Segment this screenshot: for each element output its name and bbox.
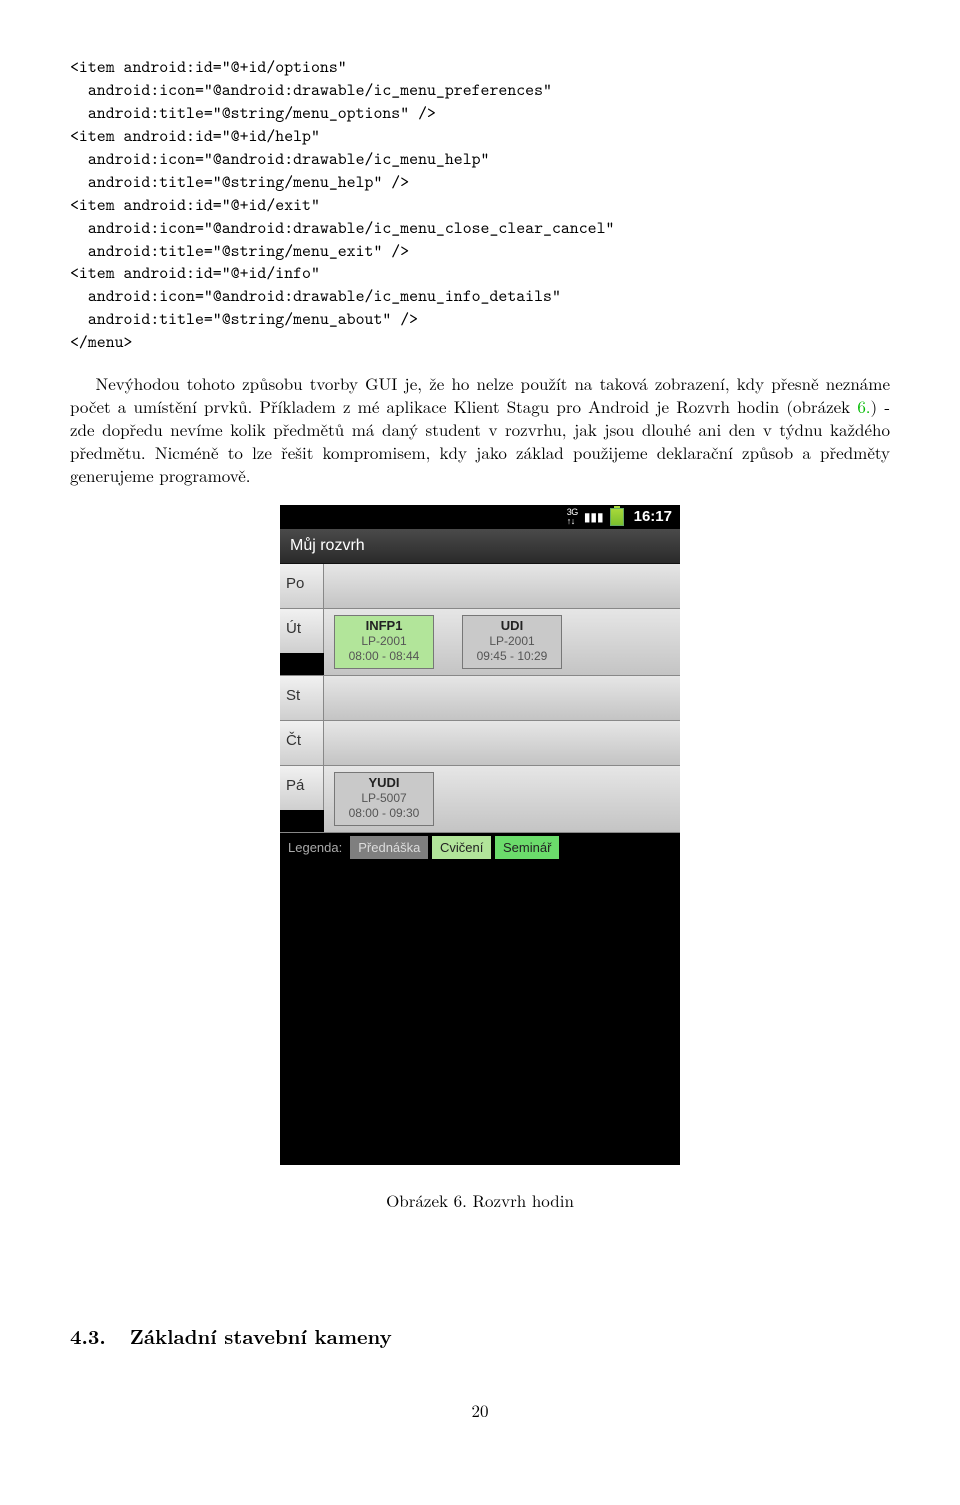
day-label: Čt (280, 721, 324, 765)
app-title: Můj rozvrh (280, 529, 680, 564)
day-row-pa: Pá YUDILP-500708:00 - 09:30 (280, 766, 680, 833)
legend-label: Legenda: (288, 839, 342, 857)
network-3g-icon: 3G↑↓ (567, 508, 578, 526)
schedule-card[interactable]: YUDILP-500708:00 - 09:30 (334, 772, 434, 826)
legend-item: Cvičení (432, 836, 491, 859)
day-slots: INFP1LP-200108:00 - 08:44UDILP-200109:45… (324, 609, 680, 675)
figure-ref: 6. (857, 394, 870, 418)
day-label: Po (280, 564, 324, 608)
code-block: <item android:id="@+id/options" android:… (70, 56, 890, 354)
day-row-st: St (280, 676, 680, 721)
legend-item: Seminář (495, 836, 559, 859)
day-row-ct: Čt (280, 721, 680, 766)
figure: 3G↑↓ ▮▮▮ 16:17 Můj rozvrh Po Út INFP1LP-… (70, 505, 890, 1212)
day-row-ut: Út INFP1LP-200108:00 - 08:44UDILP-200109… (280, 609, 680, 676)
course-time: 08:00 - 09:30 (343, 806, 425, 821)
legend-item: Přednáška (350, 836, 428, 859)
schedule-card[interactable]: UDILP-200109:45 - 10:29 (462, 615, 562, 669)
battery-icon (610, 508, 624, 526)
phone-blank-area (280, 875, 680, 1165)
paragraph: Nevýhodou tohoto způsobu tvorby GUI je, … (70, 372, 890, 487)
course-name: INFP1 (343, 618, 425, 634)
section-number: 4.3. (70, 1322, 106, 1349)
paragraph-lead: Nevýhodou tohoto způsobu tvorby GUI je, … (70, 371, 890, 418)
course-time: 09:45 - 10:29 (471, 649, 553, 664)
page-number: 20 (70, 1399, 890, 1422)
day-row-po: Po (280, 564, 680, 609)
figure-caption: Obrázek 6. Rozvrh hodin (70, 1189, 890, 1212)
status-time: 16:17 (634, 507, 672, 527)
day-label: St (280, 676, 324, 720)
phone-mock: 3G↑↓ ▮▮▮ 16:17 Můj rozvrh Po Út INFP1LP-… (280, 505, 680, 1165)
course-room: LP-2001 (343, 634, 425, 649)
schedule-card[interactable]: INFP1LP-200108:00 - 08:44 (334, 615, 434, 669)
course-time: 08:00 - 08:44 (343, 649, 425, 664)
day-slots (324, 721, 680, 765)
course-room: LP-2001 (471, 634, 553, 649)
day-slots (324, 564, 680, 608)
day-slots (324, 676, 680, 720)
course-name: YUDI (343, 775, 425, 791)
day-label: Pá (280, 766, 324, 810)
signal-icon: ▮▮▮ (584, 509, 604, 525)
section-heading: 4.3. Základní stavební kameny (70, 1262, 890, 1349)
section-title: Základní stavební kameny (130, 1322, 392, 1349)
status-bar: 3G↑↓ ▮▮▮ 16:17 (280, 505, 680, 529)
day-label: Út (280, 609, 324, 653)
course-room: LP-5007 (343, 791, 425, 806)
legend: Legenda: Přednáška Cvičení Seminář (280, 833, 680, 875)
course-name: UDI (471, 618, 553, 634)
day-slots: YUDILP-500708:00 - 09:30 (324, 766, 680, 832)
